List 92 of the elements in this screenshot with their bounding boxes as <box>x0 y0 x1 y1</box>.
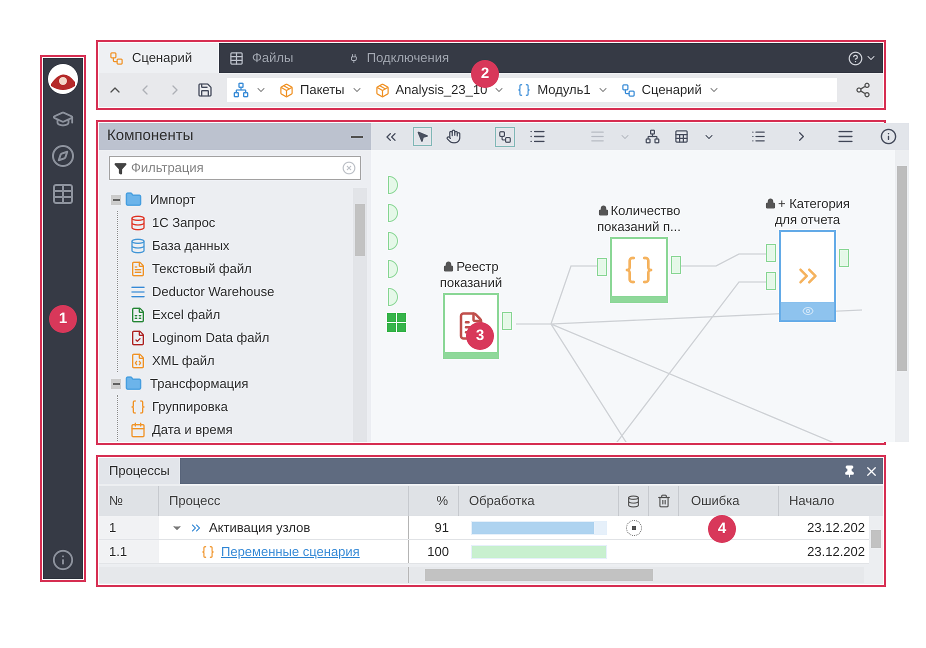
workflow-icon <box>109 50 124 66</box>
node-label: Реестр показаний <box>440 259 502 290</box>
scrollbar[interactable] <box>409 567 864 583</box>
grid-icon <box>387 313 406 332</box>
text-file-icon <box>130 260 146 276</box>
stop-button[interactable] <box>626 520 642 536</box>
tree-item[interactable]: Трансформация <box>150 374 248 394</box>
workflow-icon <box>498 130 512 144</box>
node-label: + Категория для отчета <box>765 196 850 227</box>
tab[interactable]: Файлы <box>219 43 339 73</box>
input-port[interactable] <box>388 204 398 222</box>
input-port[interactable] <box>388 288 398 306</box>
hierarchy-icon[interactable] <box>233 82 249 98</box>
tree-item[interactable]: Loginom Data файл <box>152 328 270 348</box>
table-cell-text: 23.12.202 <box>806 518 866 537</box>
collapse-toggle[interactable] <box>111 194 121 204</box>
list-icon[interactable] <box>529 128 546 145</box>
input-port[interactable] <box>388 260 398 278</box>
share-icon[interactable] <box>855 82 871 98</box>
eye-icon <box>802 305 814 317</box>
help-icon[interactable] <box>848 50 863 66</box>
table-cell-text: 100 <box>426 542 450 561</box>
tree-item[interactable]: XML файл <box>152 350 215 370</box>
tab[interactable]: Сценарий <box>99 43 219 73</box>
package-icon <box>279 82 294 98</box>
data-file-icon <box>130 330 146 346</box>
layers-icon[interactable] <box>674 129 689 144</box>
save-icon[interactable] <box>197 82 213 98</box>
package-icon <box>374 82 390 98</box>
table-icon <box>229 50 244 66</box>
table-cell: 1 <box>99 516 159 539</box>
node[interactable] <box>610 237 668 303</box>
tree-item[interactable]: Группировка <box>152 396 228 416</box>
trash-icon[interactable] <box>656 494 670 508</box>
compass-icon[interactable] <box>51 144 75 168</box>
folder-icon <box>125 191 142 208</box>
panel-title: Компоненты <box>107 126 194 146</box>
database-icon <box>130 238 146 254</box>
breadcrumb-item[interactable]: Модуль1 <box>537 80 591 100</box>
filter-input[interactable]: Фильтрация <box>131 158 338 178</box>
folder-icon <box>125 375 142 392</box>
tree-item[interactable]: 1С Запрос <box>152 212 216 232</box>
table-icon[interactable] <box>51 182 75 206</box>
numbering-icon[interactable] <box>751 129 766 144</box>
tab[interactable]: Процессы <box>99 458 180 484</box>
workflow-button[interactable] <box>495 126 515 146</box>
calendar-icon <box>130 422 146 438</box>
tree-item[interactable]: Импорт <box>150 190 196 210</box>
node-label: Количество показаний п... <box>597 203 681 234</box>
table-cell: 1.1 <box>99 540 159 563</box>
input-port[interactable] <box>766 272 776 290</box>
table-row[interactable]: 1.1 Переменные сценария 100 23.12.202 <box>99 540 869 564</box>
tree-item[interactable]: Excel файл <box>152 304 220 324</box>
scrollbar[interactable] <box>99 567 409 583</box>
filter-field[interactable]: Фильтрация <box>109 156 361 180</box>
info-icon[interactable] <box>52 549 74 571</box>
tree-item[interactable]: Deductor Warehouse <box>152 282 274 302</box>
layout-icon[interactable] <box>645 129 660 144</box>
scrollbar[interactable] <box>895 150 909 442</box>
scrollbar[interactable] <box>353 188 367 442</box>
variables-icon <box>201 544 215 558</box>
collapse-toggle[interactable] <box>111 378 121 388</box>
grouping-icon <box>130 398 146 414</box>
pointer-button[interactable] <box>413 127 432 146</box>
input-port[interactable] <box>388 176 398 194</box>
tree-item[interactable]: База данных <box>152 236 230 256</box>
tab[interactable]: Подключения <box>339 43 459 73</box>
code-file-icon <box>130 352 146 368</box>
pin-icon[interactable] <box>843 464 856 478</box>
info-icon[interactable] <box>880 128 897 145</box>
input-port[interactable] <box>388 232 398 250</box>
pointer-icon <box>416 130 429 143</box>
breadcrumb-item[interactable]: Пакеты <box>300 80 345 100</box>
table-cell-text: 23.12.202 <box>806 542 866 561</box>
module-icon <box>517 83 532 97</box>
avatar-icon[interactable] <box>48 64 78 94</box>
table-cell-text: 91 <box>434 518 450 537</box>
node[interactable] <box>779 230 836 322</box>
filter-icon <box>114 162 127 174</box>
column-header[interactable]: Начало <box>779 486 883 516</box>
hand-icon[interactable] <box>446 129 461 144</box>
spreadsheet-icon <box>130 306 146 322</box>
warehouse-icon <box>130 284 146 300</box>
menu-icon[interactable] <box>837 128 854 145</box>
breadcrumb-item[interactable]: Сценарий <box>642 80 702 100</box>
tree-item[interactable]: Текстовый файл <box>152 258 252 278</box>
input-port[interactable] <box>766 244 776 262</box>
grouping-icon <box>623 254 655 286</box>
workflow-icon <box>620 82 636 98</box>
tree-item[interactable]: Дата и время <box>152 420 233 440</box>
table-cell-text: Активация узлов <box>209 518 310 537</box>
input-port[interactable] <box>597 258 607 276</box>
